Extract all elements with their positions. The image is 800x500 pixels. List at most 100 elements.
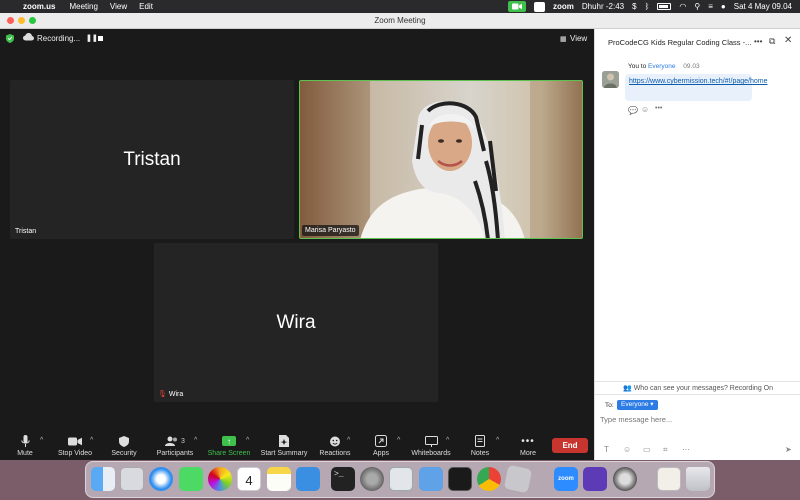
finder-icon[interactable] — [91, 467, 115, 491]
notes-options-caret-icon[interactable]: ^ — [496, 437, 499, 444]
view-button[interactable]: View — [570, 34, 587, 43]
reactions-icon — [329, 434, 341, 448]
message-recipient[interactable]: Everyone — [648, 63, 675, 70]
menu-meeting[interactable]: Meeting — [69, 2, 97, 11]
activity-monitor-icon[interactable] — [448, 467, 472, 491]
participants-options-caret-icon[interactable]: ^ — [194, 437, 197, 444]
avatar[interactable] — [602, 71, 619, 88]
visibility-text: Who can see your messages? Recording On — [633, 385, 773, 392]
notes-icon — [475, 434, 485, 448]
chrome-icon[interactable] — [477, 467, 501, 491]
apps-options-caret-icon[interactable]: ^ — [397, 437, 400, 444]
end-meeting-button[interactable]: End — [552, 438, 588, 453]
security-button[interactable]: Security — [107, 432, 141, 460]
message-link[interactable]: https://www.cybermission.tech/#!/page/ho… — [625, 74, 768, 101]
apps-icon — [375, 434, 387, 448]
menu-edit[interactable]: Edit — [139, 2, 153, 11]
mute-label: Mute — [17, 450, 33, 457]
format-text-icon[interactable]: T — [604, 445, 609, 454]
terminal-icon[interactable]: >_ — [331, 467, 355, 491]
more-tools-icon[interactable]: ⋯ — [682, 445, 690, 454]
downloads-stack-icon[interactable] — [657, 467, 681, 491]
reactions-label: Reactions — [319, 450, 351, 457]
share-screen-button[interactable]: ↑ Share Screen — [207, 432, 251, 460]
view-grid-icon[interactable]: ▦ — [560, 35, 567, 43]
popout-icon[interactable]: ⧉ — [769, 36, 775, 47]
photos-icon[interactable] — [208, 467, 232, 491]
dollar-icon[interactable]: $ — [632, 2, 636, 11]
minimize-window-button[interactable] — [18, 17, 25, 24]
close-chat-icon[interactable]: ✕ — [784, 35, 792, 46]
add-reaction-icon[interactable]: ☺ — [641, 105, 649, 114]
stop-recording-icon[interactable] — [98, 36, 103, 41]
window-title: Zoom Meeting — [374, 16, 426, 25]
participants-button[interactable]: 3 Participants — [153, 432, 197, 460]
reply-icon[interactable]: 💬 — [628, 106, 638, 115]
notes-button[interactable]: Notes — [467, 432, 493, 460]
message-sender: You to — [628, 63, 649, 70]
window-titlebar: Zoom Meeting — [0, 13, 800, 29]
pause-recording-icon[interactable]: ❚❚ — [86, 34, 98, 42]
message-time: 09.03 — [683, 63, 700, 70]
menubar-datetime[interactable]: Sat 4 May 09.04 — [734, 2, 792, 11]
whiteboards-options-caret-icon[interactable]: ^ — [446, 437, 449, 444]
menu-view[interactable]: View — [110, 2, 127, 11]
share-options-caret-icon[interactable]: ^ — [246, 437, 249, 444]
screenshot-icon[interactable]: ⌗ — [663, 445, 668, 455]
video-options-caret-icon[interactable]: ^ — [90, 437, 93, 444]
preview-icon[interactable] — [389, 467, 413, 491]
more-button[interactable]: ••• More — [514, 432, 542, 460]
calendar-icon[interactable]: 4 — [237, 467, 261, 491]
zoom-window-button[interactable] — [29, 17, 36, 24]
trash-icon[interactable] — [686, 467, 710, 491]
recipient-dropdown[interactable]: Everyone ▾ — [617, 400, 658, 410]
bluetooth-icon[interactable]: ᛒ — [645, 2, 650, 11]
video-tile-wira[interactable]: Wira 🎙 Wira — [154, 243, 438, 402]
search-icon[interactable]: ⚲ — [694, 2, 700, 11]
folder-icon[interactable] — [419, 467, 443, 491]
mute-button[interactable]: Mute — [10, 432, 40, 460]
video-tile-marisa[interactable]: Marisa Paryasto — [299, 80, 583, 239]
message-more-icon[interactable]: ••• — [655, 105, 662, 112]
summary-doc-icon — [279, 434, 289, 448]
zoom-app-icon[interactable]: zoom — [554, 467, 578, 491]
video-tile-tristan[interactable]: Tristan Tristan — [10, 80, 294, 239]
messages-icon[interactable] — [179, 467, 203, 491]
screen-share-status-icon[interactable] — [533, 1, 545, 12]
quicktime-icon[interactable] — [613, 467, 637, 491]
flag-icon[interactable]: ● — [721, 2, 726, 11]
send-icon[interactable]: ➤ — [785, 445, 792, 454]
macos-menubar: zoom.us Meeting View Edit zoom Dhuhr -2:… — [0, 0, 800, 13]
zoom-status-text[interactable]: zoom — [553, 2, 574, 11]
safari-icon[interactable] — [149, 467, 173, 491]
participant-name-label: 🎙 Wira — [156, 388, 186, 400]
apps-button[interactable]: Apps — [368, 432, 394, 460]
zoom-camera-status-icon[interactable] — [507, 1, 526, 12]
imovie-icon[interactable] — [583, 467, 607, 491]
stop-video-button[interactable]: Stop Video — [55, 432, 95, 460]
chat-message-input[interactable] — [600, 413, 790, 425]
start-summary-button[interactable]: Start Summary — [259, 432, 309, 460]
chat-more-icon[interactable]: ••• — [754, 37, 762, 46]
mute-options-caret-icon[interactable]: ^ — [40, 437, 43, 444]
file-icon[interactable]: ▭ — [643, 445, 651, 454]
security-shield-icon[interactable] — [6, 34, 14, 45]
emoji-icon[interactable]: ☺ — [623, 445, 631, 454]
system-settings-icon[interactable] — [360, 467, 384, 491]
microphone-icon — [20, 434, 30, 448]
launchpad-icon[interactable] — [120, 467, 144, 491]
notes-app-icon[interactable] — [267, 467, 291, 491]
control-center-icon[interactable]: ≡ — [708, 2, 713, 11]
keynote-icon[interactable] — [296, 467, 320, 491]
wifi-icon[interactable]: ◠ — [679, 2, 686, 11]
message-visibility-notice[interactable]: 👥 Who can see your messages? Recording On — [595, 381, 800, 395]
prayer-time[interactable]: Dhuhr -2:43 — [582, 2, 624, 11]
reactions-options-caret-icon[interactable]: ^ — [347, 437, 350, 444]
menu-app-name[interactable]: zoom.us — [23, 2, 55, 11]
battery-icon[interactable] — [657, 3, 672, 10]
meeting-topbar: Recording... ❚❚ ▦ View — [0, 29, 594, 49]
participant-name-label: Tristan — [15, 228, 37, 235]
roblox-icon[interactable] — [503, 464, 533, 494]
chevron-down-icon: ▾ — [650, 401, 654, 408]
close-window-button[interactable] — [7, 17, 14, 24]
